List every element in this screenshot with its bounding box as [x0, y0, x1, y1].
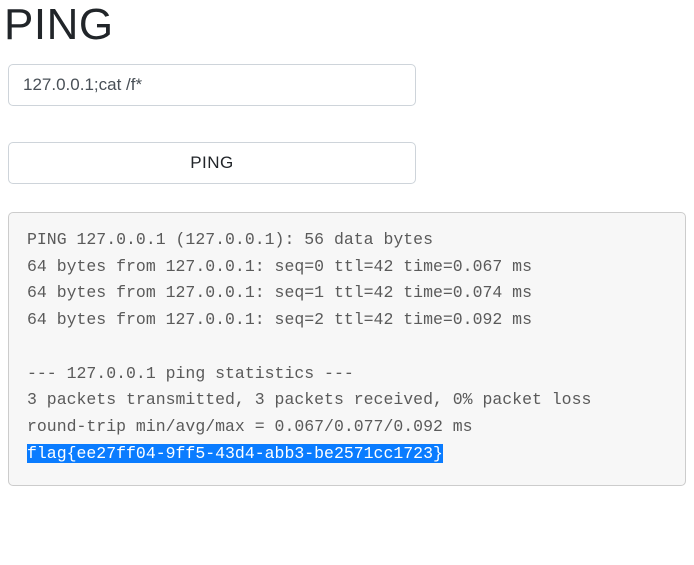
- page-title: PING: [0, 0, 694, 60]
- button-container: PING: [0, 114, 694, 192]
- output-block: PING 127.0.0.1 (127.0.0.1): 56 data byte…: [8, 212, 686, 486]
- ping-button[interactable]: PING: [8, 142, 416, 184]
- output-line: 64 bytes from 127.0.0.1: seq=1 ttl=42 ti…: [27, 283, 532, 302]
- output-line: 64 bytes from 127.0.0.1: seq=2 ttl=42 ti…: [27, 310, 532, 329]
- output-line: --- 127.0.0.1 ping statistics ---: [27, 364, 354, 383]
- output-line: round-trip min/avg/max = 0.067/0.077/0.0…: [27, 417, 473, 436]
- output-flag-highlighted: flag{ee27ff04-9ff5-43d4-abb3-be2571cc172…: [27, 444, 443, 463]
- input-container: [0, 60, 694, 114]
- output-line: 3 packets transmitted, 3 packets receive…: [27, 390, 591, 409]
- output-line: PING 127.0.0.1 (127.0.0.1): 56 data byte…: [27, 230, 433, 249]
- output-line: 64 bytes from 127.0.0.1: seq=0 ttl=42 ti…: [27, 257, 532, 276]
- address-input[interactable]: [8, 64, 416, 106]
